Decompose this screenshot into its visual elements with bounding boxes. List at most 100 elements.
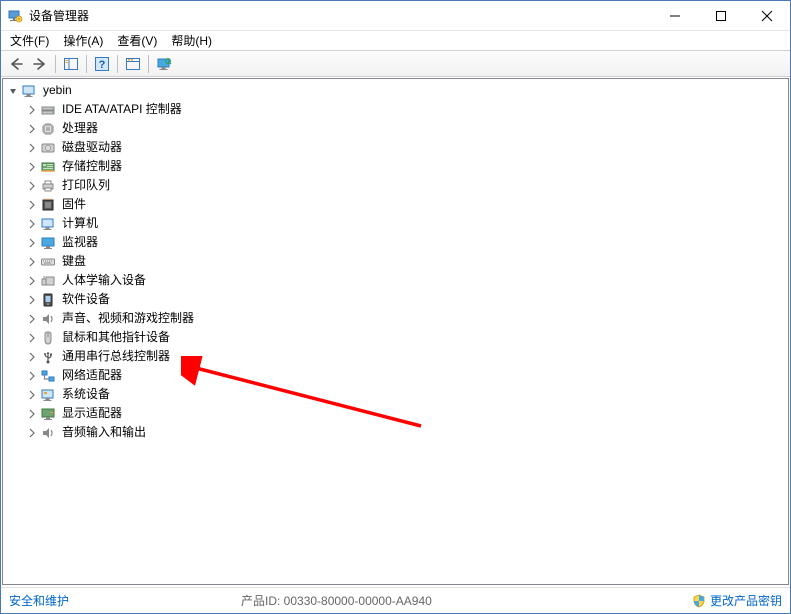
- computer-icon: [21, 83, 37, 99]
- scan-hardware-button[interactable]: [153, 53, 175, 75]
- device-category-icon: [40, 368, 56, 384]
- expander-icon[interactable]: [24, 235, 39, 250]
- expander-icon[interactable]: [5, 83, 20, 98]
- tree-node[interactable]: 人体学输入设备: [5, 271, 788, 290]
- tree-node[interactable]: 计算机: [5, 214, 788, 233]
- shield-icon: [692, 594, 706, 608]
- tree-node-label: 通用串行总线控制器: [60, 347, 172, 366]
- expander-icon[interactable]: [24, 330, 39, 345]
- security-maintenance-link[interactable]: 安全和维护: [9, 592, 69, 609]
- device-category-icon: [40, 425, 56, 441]
- expander-icon[interactable]: [24, 368, 39, 383]
- titlebar: 设备管理器: [1, 1, 790, 31]
- back-button[interactable]: [5, 53, 27, 75]
- toolbar: ?: [1, 51, 790, 77]
- menubar: 文件(F) 操作(A) 查看(V) 帮助(H): [1, 31, 790, 51]
- device-category-icon: [40, 235, 56, 251]
- change-product-key-link[interactable]: 更改产品密钥: [692, 592, 782, 609]
- tree-node[interactable]: 键盘: [5, 252, 788, 271]
- tree-node[interactable]: 固件: [5, 195, 788, 214]
- tree-node-label: 处理器: [60, 119, 100, 138]
- device-tree-panel[interactable]: yebinIDE ATA/ATAPI 控制器处理器磁盘驱动器存储控制器打印队列固…: [2, 78, 789, 585]
- tree-node-label: IDE ATA/ATAPI 控制器: [60, 100, 184, 119]
- tree-node[interactable]: 打印队列: [5, 176, 788, 195]
- expander-icon[interactable]: [24, 254, 39, 269]
- tree-node-label: 软件设备: [60, 290, 112, 309]
- tree-node-label: 人体学输入设备: [60, 271, 148, 290]
- device-category-icon: [40, 159, 56, 175]
- toolbar-separator: [55, 55, 56, 73]
- toolbar-separator: [148, 55, 149, 73]
- parent-window-strip: 安全和维护 产品ID: 00330-80000-00000-AA940 更改产品…: [1, 587, 790, 613]
- toolbar-separator: [117, 55, 118, 73]
- tree-node-label: 系统设备: [60, 385, 112, 404]
- device-category-icon: [40, 292, 56, 308]
- device-category-icon: [40, 140, 56, 156]
- tree-node[interactable]: 系统设备: [5, 385, 788, 404]
- tree-node-label: 声音、视频和游戏控制器: [60, 309, 196, 328]
- expander-icon[interactable]: [24, 387, 39, 402]
- device-category-icon: [40, 197, 56, 213]
- help-button[interactable]: ?: [91, 53, 113, 75]
- tree-node[interactable]: 软件设备: [5, 290, 788, 309]
- tree-node[interactable]: 网络适配器: [5, 366, 788, 385]
- tree-node[interactable]: 磁盘驱动器: [5, 138, 788, 157]
- tree-node[interactable]: 处理器: [5, 119, 788, 138]
- expander-icon[interactable]: [24, 406, 39, 421]
- tree-node-label: 存储控制器: [60, 157, 124, 176]
- expander-icon[interactable]: [24, 140, 39, 155]
- menu-view[interactable]: 查看(V): [110, 31, 164, 50]
- tree-node-label: 网络适配器: [60, 366, 124, 385]
- device-category-icon: [40, 406, 56, 422]
- tree-node-label: 磁盘驱动器: [60, 138, 124, 157]
- expander-icon[interactable]: [24, 159, 39, 174]
- toolbar-separator: [86, 55, 87, 73]
- tree-node[interactable]: IDE ATA/ATAPI 控制器: [5, 100, 788, 119]
- tree-node[interactable]: 监视器: [5, 233, 788, 252]
- menu-help[interactable]: 帮助(H): [164, 31, 219, 50]
- tree-node[interactable]: 通用串行总线控制器: [5, 347, 788, 366]
- tree-node-label: 打印队列: [60, 176, 112, 195]
- expander-icon[interactable]: [24, 425, 39, 440]
- device-tree: yebinIDE ATA/ATAPI 控制器处理器磁盘驱动器存储控制器打印队列固…: [5, 81, 788, 442]
- tree-node[interactable]: 声音、视频和游戏控制器: [5, 309, 788, 328]
- properties-button[interactable]: [122, 53, 144, 75]
- window-title: 设备管理器: [29, 7, 652, 24]
- expander-icon[interactable]: [24, 121, 39, 136]
- maximize-button[interactable]: [698, 1, 744, 30]
- tree-node-label: 固件: [60, 195, 88, 214]
- expander-icon[interactable]: [24, 349, 39, 364]
- tree-node-label: 鼠标和其他指针设备: [60, 328, 172, 347]
- tree-node-label: 监视器: [60, 233, 100, 252]
- tree-node[interactable]: 显示适配器: [5, 404, 788, 423]
- tree-node-label: 显示适配器: [60, 404, 124, 423]
- tree-node[interactable]: 鼠标和其他指针设备: [5, 328, 788, 347]
- show-hide-console-button[interactable]: [60, 53, 82, 75]
- expander-icon[interactable]: [24, 292, 39, 307]
- expander-icon[interactable]: [24, 178, 39, 193]
- device-category-icon: [40, 178, 56, 194]
- device-category-icon: [40, 387, 56, 403]
- close-button[interactable]: [744, 1, 790, 30]
- tree-node-label: yebin: [41, 81, 74, 100]
- expander-icon[interactable]: [24, 311, 39, 326]
- product-id-text: 产品ID: 00330-80000-00000-AA940: [241, 592, 432, 609]
- app-icon: [7, 8, 23, 24]
- tree-node[interactable]: 音频输入和输出: [5, 423, 788, 442]
- tree-root-node[interactable]: yebin: [5, 81, 788, 100]
- menu-file[interactable]: 文件(F): [3, 31, 56, 50]
- minimize-button[interactable]: [652, 1, 698, 30]
- change-product-key-label: 更改产品密钥: [710, 592, 782, 609]
- device-category-icon: [40, 102, 56, 118]
- expander-icon[interactable]: [24, 197, 39, 212]
- expander-icon[interactable]: [24, 273, 39, 288]
- device-category-icon: [40, 216, 56, 232]
- tree-node-label: 键盘: [60, 252, 88, 271]
- tree-node[interactable]: 存储控制器: [5, 157, 788, 176]
- expander-icon[interactable]: [24, 102, 39, 117]
- forward-button[interactable]: [29, 53, 51, 75]
- menu-action[interactable]: 操作(A): [56, 31, 110, 50]
- expander-icon[interactable]: [24, 216, 39, 231]
- tree-node-label: 计算机: [60, 214, 100, 233]
- device-category-icon: [40, 349, 56, 365]
